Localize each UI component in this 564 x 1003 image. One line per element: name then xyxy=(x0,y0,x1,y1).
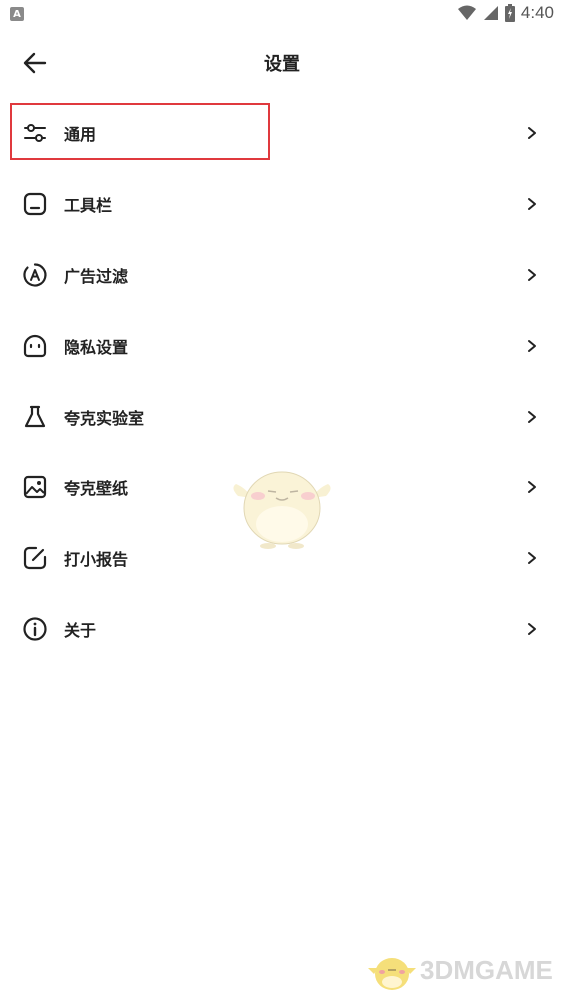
ad-filter-icon xyxy=(23,263,47,287)
chevron-right-icon xyxy=(528,410,536,423)
flask-icon xyxy=(24,405,46,427)
chevron-right-icon xyxy=(528,339,536,352)
watermark-text: 3DMGAME xyxy=(420,954,553,985)
settings-item-about[interactable]: 关于 xyxy=(0,594,564,665)
mascot-watermark-icon xyxy=(233,471,331,549)
settings-item-privacy[interactable]: 隐私设置 xyxy=(0,310,564,381)
chevron-right-icon xyxy=(528,127,536,140)
top-app-bar: 设置 xyxy=(0,28,564,96)
signal-icon xyxy=(483,6,498,20)
page-title: 设置 xyxy=(264,54,300,75)
chevron-right-icon xyxy=(528,552,536,565)
mascot-logo-icon xyxy=(368,958,416,990)
info-icon xyxy=(23,617,47,641)
wifi-icon xyxy=(457,5,476,20)
battery-icon xyxy=(504,4,515,22)
settings-item-label: 隐私设置 xyxy=(64,337,129,357)
settings-item-label: 关于 xyxy=(64,620,97,640)
settings-item-label: 通用 xyxy=(64,125,97,145)
settings-item-label: 夸克壁纸 xyxy=(64,479,129,499)
settings-item-label: 打小报告 xyxy=(64,550,129,570)
chevron-right-icon xyxy=(528,198,536,211)
chevron-right-icon xyxy=(528,622,536,635)
sliders-icon xyxy=(24,124,46,143)
settings-item-label: 夸克实验室 xyxy=(64,408,145,428)
app-notification-icon: A xyxy=(10,7,24,21)
chevron-right-icon xyxy=(528,268,536,281)
clock: 4:40 xyxy=(520,3,554,22)
settings-item-lab[interactable]: 夸克实验室 xyxy=(0,381,564,452)
settings-list: 通用 工具栏 广告过滤 隐私设置 夸克实验室 夸克壁纸 打小报告 关于 xyxy=(0,98,564,664)
site-watermark: 3DMGAME xyxy=(368,948,553,992)
settings-item-label: 广告过滤 xyxy=(64,266,129,286)
privacy-mask-icon xyxy=(23,334,47,357)
settings-item-label: 工具栏 xyxy=(64,196,113,216)
settings-item-toolbar[interactable]: 工具栏 xyxy=(0,169,564,240)
settings-item-ad-filter[interactable]: 广告过滤 xyxy=(0,240,564,311)
toolbar-icon xyxy=(23,193,47,216)
image-icon xyxy=(23,476,47,499)
edit-report-icon xyxy=(23,547,47,570)
chevron-right-icon xyxy=(528,481,536,494)
status-bar: A 4:40 xyxy=(0,0,564,28)
settings-item-general[interactable]: 通用 xyxy=(0,98,564,169)
status-icons: 4:40 xyxy=(457,3,554,23)
